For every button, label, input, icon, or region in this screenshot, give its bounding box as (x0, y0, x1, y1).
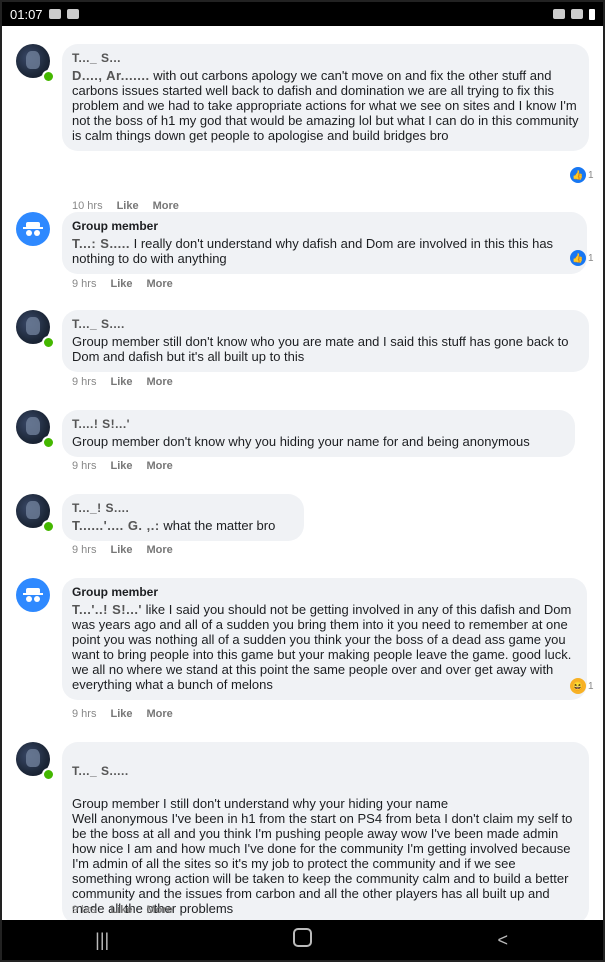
timestamp: 9 hrs (72, 708, 97, 720)
comment-author[interactable]: T....! S!...' (72, 417, 565, 432)
more-button[interactable]: More (146, 904, 172, 916)
comment-meta: 9 hrs Like More (72, 376, 173, 388)
like-button[interactable]: Like (110, 376, 132, 388)
reaction-count[interactable]: 👍 1 (570, 167, 594, 183)
more-button[interactable]: More (146, 376, 172, 388)
more-button[interactable]: More (146, 460, 172, 472)
more-button[interactable]: More (146, 708, 172, 720)
comment-text: I really don't understand why dafish and… (72, 236, 554, 266)
like-reaction-icon: 👍 (570, 250, 586, 266)
like-button[interactable]: Like (117, 200, 139, 212)
back-button[interactable]: < (473, 930, 533, 951)
comment-meta: 9 hrs Like More (72, 904, 173, 916)
comment-author[interactable]: T..._ S.... (72, 317, 579, 332)
mute-icon (553, 9, 565, 19)
android-nav-bar: ||| < (2, 920, 603, 960)
comment-text: like I said you should not be getting in… (72, 602, 572, 692)
comment-thread: T..._ S... D...., Ar....... with out car… (2, 26, 603, 920)
status-time: 01:07 (10, 6, 43, 22)
reaction-count[interactable]: 😆 1 (570, 678, 594, 694)
like-button[interactable]: Like (110, 544, 132, 556)
comment-bubble[interactable]: T..._ S.... Group member still don't kno… (62, 310, 589, 372)
comment-bubble[interactable]: Group member T...'..! S!...' like I said… (62, 578, 587, 700)
timestamp: 9 hrs (72, 904, 97, 916)
online-indicator (42, 70, 55, 83)
more-button[interactable]: More (146, 278, 172, 290)
anonymous-icon (23, 222, 43, 236)
battery-icon (589, 8, 595, 20)
comment-bubble[interactable]: T..._! S.... T......'.... G. ,.: what th… (62, 494, 304, 541)
comment-text: Group member don't know why you hiding y… (72, 434, 530, 449)
more-button[interactable]: More (153, 200, 179, 212)
more-button[interactable]: More (146, 544, 172, 556)
mention[interactable]: T...'..! S!...' (72, 602, 142, 617)
wifi-icon (571, 9, 583, 19)
comment-meta: 9 hrs Like More (72, 708, 173, 720)
comment-meta: 9 hrs Like More (72, 460, 173, 472)
timestamp: 9 hrs (72, 460, 97, 472)
mention[interactable]: T......'.... G. ,.: (72, 518, 160, 533)
online-indicator (42, 520, 55, 533)
anonymous-icon (23, 588, 43, 602)
comment-bubble[interactable]: T..._ S... D...., Ar....... with out car… (62, 44, 589, 151)
gallery-icon (66, 9, 79, 19)
comment-text: Group member I still don't understand wh… (72, 796, 573, 916)
like-reaction-icon: 👍 (570, 167, 586, 183)
mention[interactable]: D...., Ar....... (72, 68, 150, 83)
like-button[interactable]: Like (110, 708, 132, 720)
like-button[interactable]: Like (110, 278, 132, 290)
comment-author[interactable]: T..._ S... (72, 51, 579, 66)
comment-bubble[interactable]: T....! S!...' Group member don't know wh… (62, 410, 575, 457)
comment-author[interactable]: Group member (72, 219, 577, 234)
timestamp: 10 hrs (72, 200, 103, 212)
comment-author[interactable]: Group member (72, 585, 577, 600)
online-indicator (42, 436, 55, 449)
comment-text: Group member still don't know who you ar… (72, 334, 569, 364)
online-indicator (42, 768, 55, 781)
home-icon (292, 928, 312, 947)
avatar[interactable] (16, 212, 50, 246)
timestamp: 9 hrs (72, 278, 97, 290)
comment-bubble[interactable]: T..._ S..... Group member I still don't … (62, 742, 589, 920)
home-button[interactable] (272, 928, 332, 952)
comment-text: what the matter bro (159, 518, 276, 533)
comment-author[interactable]: T..._! S.... (72, 501, 294, 516)
online-indicator (42, 336, 55, 349)
comment-meta: 9 hrs Like More (72, 278, 173, 290)
comment-bubble[interactable]: Group member T...: S..... I really don't… (62, 212, 587, 274)
avatar[interactable] (16, 578, 50, 612)
reaction-count[interactable]: 👍 1 (570, 250, 594, 266)
status-bar: 01:07 (2, 2, 603, 26)
comment-meta: 10 hrs Like More (72, 200, 179, 212)
like-button[interactable]: Like (110, 904, 132, 916)
mention[interactable]: T...: S..... (72, 236, 130, 251)
recent-apps-button[interactable]: ||| (72, 930, 132, 951)
timestamp: 9 hrs (72, 376, 97, 388)
notification-icon (48, 9, 61, 19)
timestamp: 9 hrs (72, 544, 97, 556)
like-button[interactable]: Like (110, 460, 132, 472)
comment-meta: 9 hrs Like More (72, 544, 173, 556)
haha-reaction-icon: 😆 (570, 678, 586, 694)
comment-author[interactable]: T..._ S..... (72, 764, 579, 779)
